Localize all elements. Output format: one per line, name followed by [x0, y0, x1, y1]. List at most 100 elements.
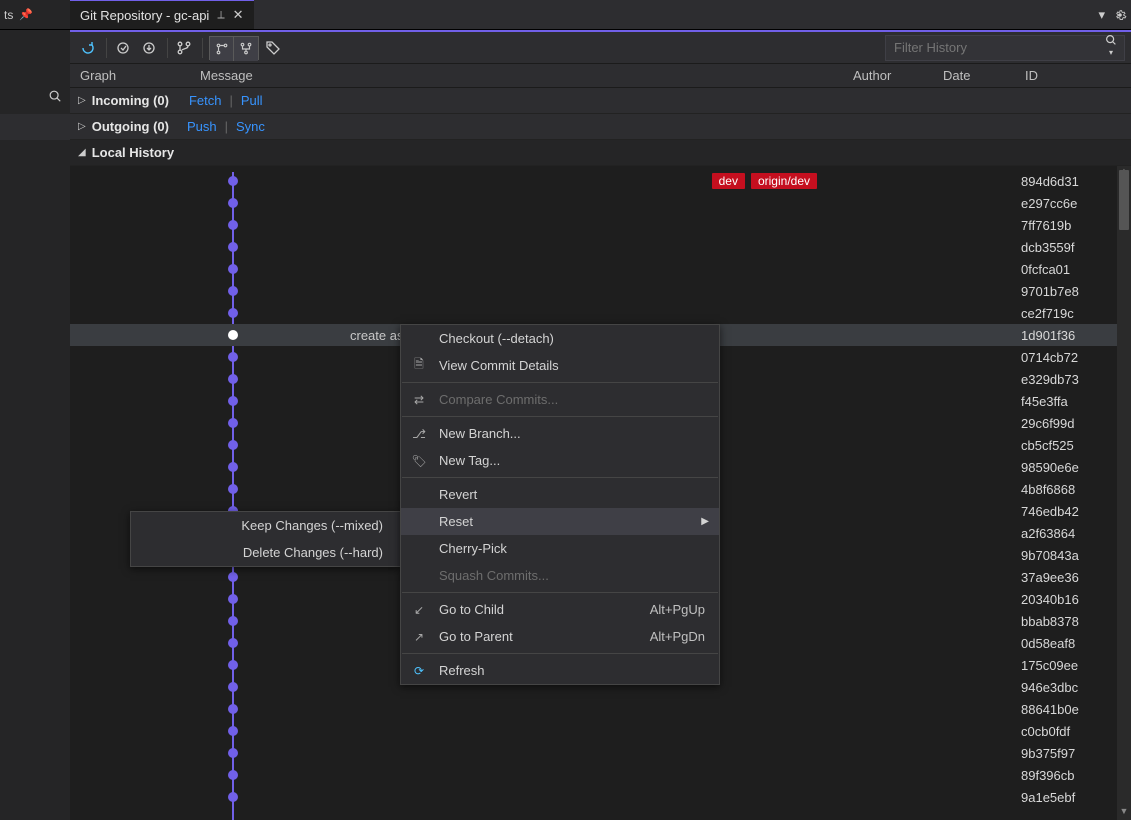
list-view-icon[interactable] [234, 37, 258, 61]
commit-dot-icon [228, 484, 238, 494]
compare-icon: ⇄ [411, 393, 427, 407]
commit-row[interactable]: devorigin/dev894d6d31 [70, 170, 1117, 192]
columns-header: Graph Message Author Date ID [70, 64, 1131, 88]
commit-id: 4b8f6868 [1021, 482, 1117, 497]
commit-row[interactable]: c0cb0fdf [70, 720, 1117, 742]
ctx-view-details[interactable]: 🗎 View Commit Details [401, 352, 719, 379]
fetch-link[interactable]: Fetch [189, 93, 222, 108]
commit-row[interactable]: 9b375f97 [70, 742, 1117, 764]
push-link[interactable]: Push [187, 119, 217, 134]
commit-row[interactable]: 0fcfca01 [70, 258, 1117, 280]
branch-icon[interactable] [172, 36, 196, 60]
go-parent-icon: ↗ [411, 630, 427, 644]
filter-search-icon[interactable]: ▾ [1098, 33, 1124, 62]
tab-pin-icon[interactable]: ⟂ [217, 9, 224, 22]
tag-icon[interactable] [261, 36, 285, 60]
ctx-refresh[interactable]: ⟳ Refresh [401, 657, 719, 684]
sync-link[interactable]: Sync [236, 119, 265, 134]
section-local-history[interactable]: ◢ Local History [70, 140, 1131, 166]
commit-dot-icon [228, 726, 238, 736]
scroll-down-icon[interactable]: ▼ [1117, 806, 1131, 820]
commit-id: 0714cb72 [1021, 350, 1117, 365]
commit-row[interactable]: 88641b0e [70, 698, 1117, 720]
commit-id: 9701b7e8 [1021, 284, 1117, 299]
commit-dot-icon [228, 594, 238, 604]
commit-dot-icon [228, 462, 238, 472]
commit-dot-icon [228, 418, 238, 428]
commit-id: 9b70843a [1021, 548, 1117, 563]
tab-close-icon[interactable]: ✕ [233, 7, 244, 23]
branch-icon: ⎇ [411, 427, 427, 441]
commit-id: 746edb42 [1021, 504, 1117, 519]
refresh-icon[interactable] [76, 36, 100, 60]
tab-git-repository[interactable]: Git Repository - gc-api ⟂ ✕ [70, 0, 254, 29]
filter-history[interactable]: ▾ [885, 35, 1125, 61]
commit-row[interactable]: 89f396cb [70, 764, 1117, 786]
commit-dot-icon [228, 176, 238, 186]
chevron-right-icon: ▷ [78, 121, 86, 132]
fetch-icon[interactable] [111, 36, 135, 60]
col-message[interactable]: Message [200, 68, 853, 83]
graph-view-icon[interactable] [210, 37, 234, 61]
ctx-reset[interactable]: Reset ▶ [401, 508, 719, 535]
commit-dot-icon [228, 330, 238, 340]
main-panel: Git Repository - gc-api ⟂ ✕ ▾ [70, 0, 1131, 820]
commit-id: c0cb0fdf [1021, 724, 1117, 739]
commit-row[interactable]: e297cc6e [70, 192, 1117, 214]
commit-row[interactable]: 9a1e5ebf [70, 786, 1117, 808]
commit-id: 9b375f97 [1021, 746, 1117, 761]
commit-id: 0d58eaf8 [1021, 636, 1117, 651]
ctx-new-tag[interactable]: 🏷 New Tag... [401, 447, 719, 474]
commit-id: f45e3ffa [1021, 394, 1117, 409]
ctx-new-branch[interactable]: ⎇ New Branch... [401, 420, 719, 447]
branch-tags: dev origin/dev [712, 173, 817, 189]
commit-id: e297cc6e [1021, 196, 1117, 211]
context-menu: Checkout (--detach) 🗎 View Commit Detail… [400, 324, 720, 685]
pull-link[interactable]: Pull [241, 93, 263, 108]
ctx-go-child[interactable]: ↙ Go to Child Alt+PgUp [401, 596, 719, 623]
ctx-checkout[interactable]: Checkout (--detach) [401, 325, 719, 352]
commit-dot-icon [228, 682, 238, 692]
commit-row[interactable]: dcb3559f [70, 236, 1117, 258]
commit-dot-icon [228, 748, 238, 758]
col-date[interactable]: Date [943, 68, 1025, 83]
commit-id: cb5cf525 [1021, 438, 1117, 453]
pin-icon[interactable]: 📌 [19, 8, 33, 21]
reset-keep[interactable]: Keep Changes (--mixed) [131, 512, 401, 539]
commit-row[interactable]: 7ff7619b [70, 214, 1117, 236]
commit-row[interactable]: ce2f719c [70, 302, 1117, 324]
branch-tag-remote[interactable]: origin/dev [751, 173, 817, 189]
gear-icon[interactable] [1113, 8, 1127, 22]
col-id[interactable]: ID [1025, 68, 1117, 83]
view-toggle-group [209, 36, 259, 60]
branch-tag-local[interactable]: dev [712, 173, 745, 189]
left-search-box[interactable] [0, 82, 70, 110]
chevron-right-icon: ▷ [78, 95, 86, 106]
section-incoming[interactable]: ▷ Incoming (0) Fetch | Pull [70, 88, 1131, 114]
overflow-icon[interactable]: ▾ [1098, 7, 1105, 23]
local-history-label: Local History [92, 145, 174, 160]
commit-row[interactable]: 9701b7e8 [70, 280, 1117, 302]
col-graph[interactable]: Graph [70, 68, 200, 83]
commit-id: 29c6f99d [1021, 416, 1117, 431]
tag-icon: 🏷 [411, 454, 427, 468]
vertical-scrollbar[interactable]: ▲ ▼ [1117, 166, 1131, 820]
reset-delete[interactable]: Delete Changes (--hard) [131, 539, 401, 566]
ctx-go-parent[interactable]: ↗ Go to Parent Alt+PgDn [401, 623, 719, 650]
ctx-revert[interactable]: Revert [401, 481, 719, 508]
chevron-down-icon: ◢ [78, 147, 86, 158]
col-author[interactable]: Author [853, 68, 943, 83]
scroll-thumb[interactable] [1119, 170, 1129, 230]
section-outgoing[interactable]: ▷ Outgoing (0) Push | Sync [70, 114, 1131, 140]
ctx-squash: Squash Commits... [401, 562, 719, 589]
commit-id: 9a1e5ebf [1021, 790, 1117, 805]
filter-input[interactable] [886, 40, 1098, 55]
tab-bar: Git Repository - gc-api ⟂ ✕ ▾ [70, 0, 1131, 30]
commit-dot-icon [228, 396, 238, 406]
submenu-arrow-icon: ▶ [701, 516, 709, 527]
ctx-cherry-pick[interactable]: Cherry-Pick [401, 535, 719, 562]
reset-submenu: Keep Changes (--mixed) Delete Changes (-… [130, 511, 402, 567]
pull-icon[interactable] [137, 36, 161, 60]
commit-dot-icon [228, 638, 238, 648]
left-sidebar: ts 📌 [0, 0, 70, 820]
